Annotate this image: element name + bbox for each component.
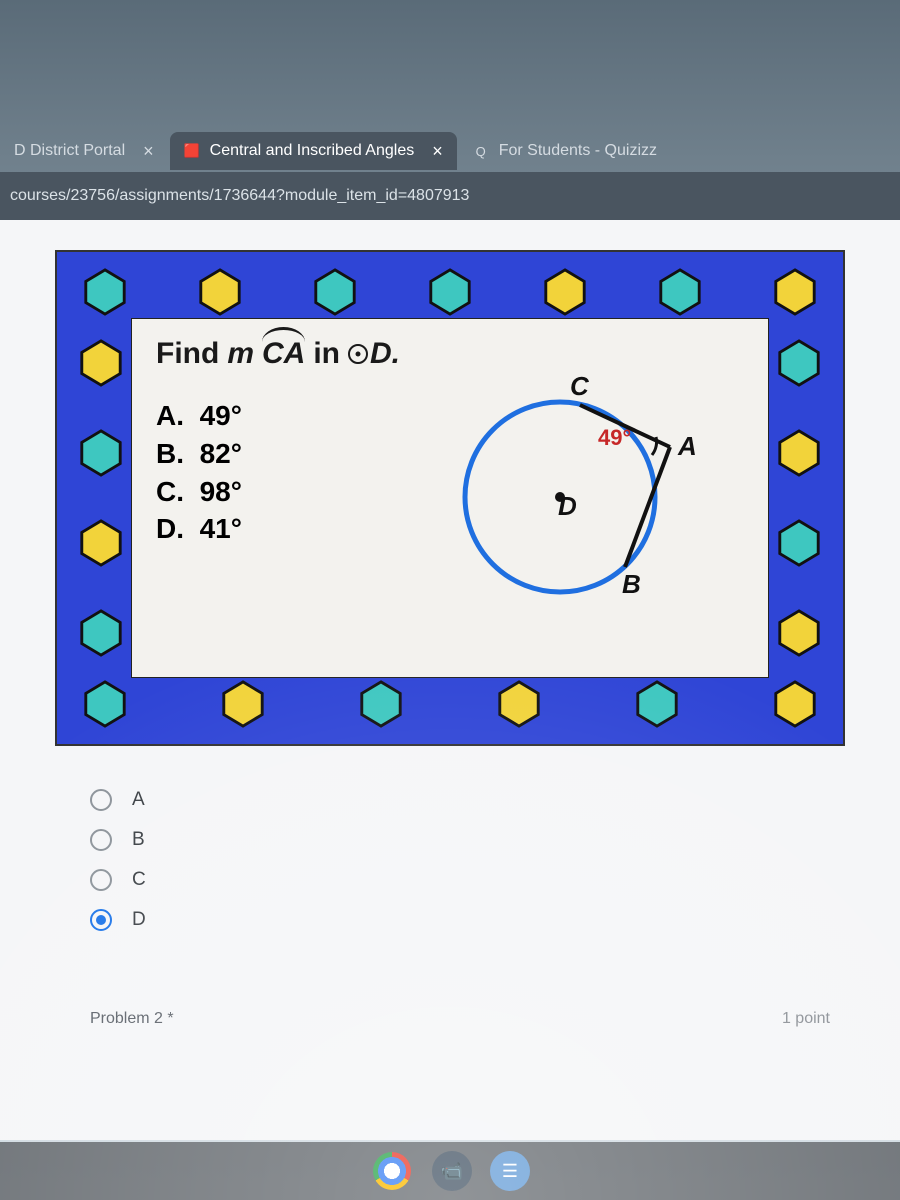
app-icon[interactable]: ☰ <box>490 1151 530 1191</box>
url-text: courses/23756/assignments/1736644?module… <box>6 187 469 205</box>
next-problem-label: Problem 2 * <box>90 1010 174 1028</box>
close-icon[interactable]: × <box>432 141 443 162</box>
radio-icon[interactable] <box>90 829 112 851</box>
point-D-label: D <box>558 491 577 521</box>
hexagon-icon <box>196 268 244 316</box>
prompt-in: in <box>313 337 340 371</box>
taskbar: 📹 ☰ <box>0 1142 900 1200</box>
radio-label: D <box>132 909 146 931</box>
hexagon-icon <box>357 680 405 728</box>
radio-icon[interactable] <box>90 909 112 931</box>
hex-row-top <box>71 266 829 318</box>
circle-D-icon: D. <box>348 337 400 371</box>
chrome-app-icon[interactable] <box>370 1149 414 1193</box>
choice-row: B. 82° <box>156 435 400 473</box>
hexagon-icon <box>77 339 125 387</box>
quizizz-favicon-icon: Q <box>473 143 489 159</box>
tab-quizizz[interactable]: Q For Students - Quizizz <box>459 132 671 170</box>
arc-CA-icon: CA <box>262 337 305 371</box>
radio-label: B <box>132 829 145 851</box>
circle-diagram: C A D B 49° <box>440 337 748 657</box>
canvas-favicon-icon: 🟥 <box>184 143 200 159</box>
camera-app-icon[interactable]: 📹 <box>432 1151 472 1191</box>
tab-label: Central and Inscribed Angles <box>210 142 415 160</box>
point-C-label: C <box>570 371 590 401</box>
hexagon-icon <box>775 519 823 567</box>
radio-option-C[interactable]: C <box>90 860 870 900</box>
hexagon-icon <box>771 268 819 316</box>
hexagon-icon <box>77 429 125 477</box>
radio-label: C <box>132 869 146 891</box>
hexagon-icon <box>77 609 125 657</box>
hexagon-icon <box>633 680 681 728</box>
hexagon-icon <box>81 680 129 728</box>
hexagon-icon <box>426 268 474 316</box>
angle-label: 49° <box>598 425 631 450</box>
problem-image-frame: Find m CA in D. A. 49° B. 82° C. 98° D. … <box>55 250 845 746</box>
choice-row: A. 49° <box>156 397 400 435</box>
points-label: 1 point <box>782 1010 830 1028</box>
hexagon-icon <box>219 680 267 728</box>
hexagon-icon <box>775 609 823 657</box>
problem-middle-row: Find m CA in D. A. 49° B. 82° C. 98° D. … <box>71 318 829 678</box>
hexagon-icon <box>775 429 823 477</box>
url-bar[interactable]: courses/23756/assignments/1736644?module… <box>0 172 900 220</box>
hex-row-bottom <box>71 678 829 730</box>
hex-col-right <box>769 318 829 678</box>
browser-chrome: D District Portal × 🟥 Central and Inscri… <box>0 0 900 220</box>
hex-col-left <box>71 318 131 678</box>
question-footer: Problem 2 * 1 point <box>30 940 870 1028</box>
page-content: Find m CA in D. A. 49° B. 82° C. 98° D. … <box>0 220 900 1140</box>
tab-district-portal[interactable]: D District Portal × <box>0 132 168 170</box>
radio-option-D[interactable]: D <box>90 900 870 940</box>
hexagon-icon <box>541 268 589 316</box>
point-A-label: A <box>677 431 697 461</box>
radio-label: A <box>132 789 145 811</box>
hexagon-icon <box>656 268 704 316</box>
prompt-text: Find <box>156 337 219 371</box>
answer-radios: A B C D <box>30 746 870 940</box>
problem-card: Find m CA in D. A. 49° B. 82° C. 98° D. … <box>131 318 769 678</box>
tab-label: For Students - Quizizz <box>499 142 657 160</box>
problem-prompt: Find m CA in D. <box>156 337 400 371</box>
tab-central-inscribed[interactable]: 🟥 Central and Inscribed Angles × <box>170 132 457 170</box>
problem-left: Find m CA in D. A. 49° B. 82° C. 98° D. … <box>156 337 400 657</box>
hexagon-icon <box>311 268 359 316</box>
hexagon-icon <box>771 680 819 728</box>
point-B-label: B <box>622 569 641 599</box>
choices-list: A. 49° B. 82° C. 98° D. 41° <box>156 397 400 548</box>
radio-icon[interactable] <box>90 789 112 811</box>
hexagon-icon <box>81 268 129 316</box>
close-icon[interactable]: × <box>143 141 154 162</box>
radio-option-A[interactable]: A <box>90 780 870 820</box>
radio-option-B[interactable]: B <box>90 820 870 860</box>
hexagon-icon <box>77 519 125 567</box>
tab-strip: D District Portal × 🟥 Central and Inscri… <box>0 130 900 172</box>
tab-label: D District Portal <box>14 142 125 160</box>
hexagon-icon <box>495 680 543 728</box>
choice-row: C. 98° <box>156 473 400 511</box>
hexagon-icon <box>775 339 823 387</box>
prompt-m: m <box>227 337 254 371</box>
radio-icon[interactable] <box>90 869 112 891</box>
choice-row: D. 41° <box>156 510 400 548</box>
